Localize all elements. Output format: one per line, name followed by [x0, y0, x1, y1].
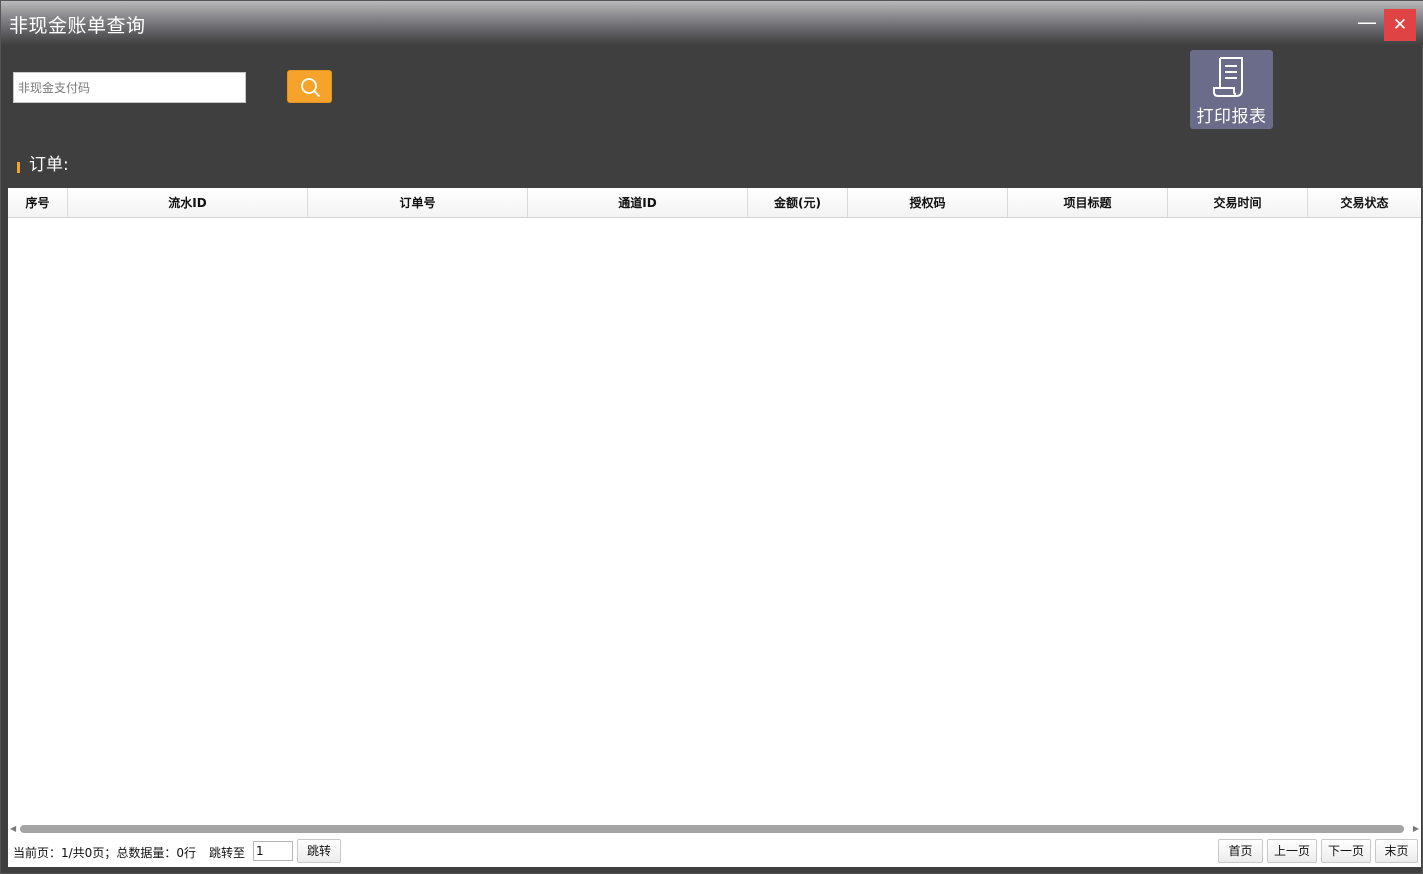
scroll-left-icon[interactable]: ◀ — [10, 824, 16, 833]
search-icon — [301, 78, 320, 97]
column-header-trade-status[interactable]: 交易状态 — [1308, 188, 1421, 218]
close-button[interactable]: ✕ — [1384, 9, 1416, 41]
orders-section-title: 订单: — [29, 155, 69, 175]
app-window: 非现金账单查询 — ✕ 打印报表 订单: 序号 流水ID 订单号 通道ID 金额… — [0, 0, 1423, 874]
pagination-bar: 当前页：1/共0页；总数据量：0行 跳转至 跳转 首页 上一页 下一页 末页 — [8, 835, 1421, 867]
column-header-channel-id[interactable]: 通道ID — [528, 188, 748, 218]
column-header-serial-id[interactable]: 流水ID — [68, 188, 308, 218]
minimize-button[interactable]: — — [1354, 11, 1380, 37]
horizontal-scrollbar[interactable]: ◀ ▶ — [8, 823, 1421, 835]
column-header-amount[interactable]: 金额(元) — [748, 188, 848, 218]
last-page-button[interactable]: 末页 — [1375, 839, 1418, 863]
first-page-button[interactable]: 首页 — [1218, 839, 1263, 863]
window-title: 非现金账单查询 — [9, 15, 146, 37]
page-status-text: 当前页：1/共0页；总数据量：0行 — [13, 846, 196, 860]
orders-table[interactable]: 序号 流水ID 订单号 通道ID 金额(元) 授权码 项目标题 交易时间 交易状… — [8, 188, 1421, 823]
jump-to-label: 跳转至 — [209, 846, 246, 860]
title-bar: 非现金账单查询 — ✕ — [1, 1, 1423, 45]
report-icon — [1213, 57, 1243, 97]
next-page-button[interactable]: 下一页 — [1321, 839, 1371, 863]
print-report-button[interactable]: 打印报表 — [1190, 50, 1273, 129]
prev-page-button[interactable]: 上一页 — [1267, 839, 1317, 863]
jump-button[interactable]: 跳转 — [297, 839, 341, 863]
column-header-item-title[interactable]: 项目标题 — [1008, 188, 1168, 218]
table-header: 序号 流水ID 订单号 通道ID 金额(元) 授权码 项目标题 交易时间 交易状… — [8, 188, 1421, 218]
search-button[interactable] — [287, 70, 332, 103]
column-header-order-no[interactable]: 订单号 — [308, 188, 528, 218]
scroll-right-icon[interactable]: ▶ — [1413, 824, 1419, 833]
payment-code-input[interactable] — [13, 72, 246, 103]
print-report-label: 打印报表 — [1196, 107, 1267, 127]
column-header-index[interactable]: 序号 — [8, 188, 68, 218]
column-header-auth-code[interactable]: 授权码 — [848, 188, 1008, 218]
column-header-trade-time[interactable]: 交易时间 — [1168, 188, 1308, 218]
section-marker — [17, 162, 20, 173]
scrollbar-thumb[interactable] — [20, 825, 1404, 833]
jump-page-input[interactable] — [253, 841, 293, 861]
